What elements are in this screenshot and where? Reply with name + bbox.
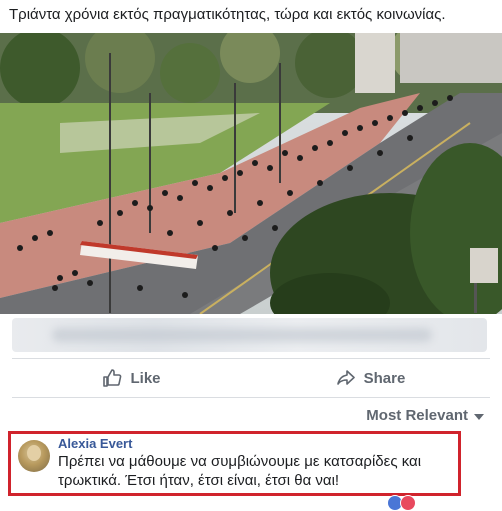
post-text: Τριάντα χρόνια εκτός πραγματικότητας, τώ… — [9, 6, 446, 23]
share-button[interactable]: Share — [251, 360, 490, 396]
caret-down-icon — [474, 413, 484, 420]
street-march-photo — [0, 33, 502, 314]
link-preview-blurred[interactable] — [12, 318, 487, 352]
comment-text: Πρέπει να μάθουμε να συμβιώνουμε με κατσ… — [58, 453, 422, 489]
blurred-caption — [52, 328, 432, 342]
love-reaction-icon — [400, 495, 416, 511]
avatar-face — [27, 445, 41, 461]
avatar[interactable] — [18, 440, 50, 472]
comment-sort-dropdown[interactable]: Most Relevant — [366, 407, 484, 424]
divider — [12, 397, 490, 398]
comment-author[interactable]: Alexia Evert — [58, 436, 450, 451]
comment-bubble: Alexia Evert Πρέπει να μάθουμε να συμβιώ… — [58, 436, 450, 490]
comment-reactions[interactable] — [387, 495, 416, 511]
highlighted-comment: Alexia Evert Πρέπει να μάθουμε να συμβιώ… — [8, 431, 461, 496]
post-actions: Like Share — [12, 360, 490, 396]
like-button[interactable]: Like — [12, 360, 251, 396]
share-arrow-icon — [336, 370, 355, 385]
like-label: Like — [130, 369, 161, 387]
share-label: Share — [363, 369, 406, 387]
sort-label: Most Relevant — [366, 407, 468, 424]
divider — [12, 358, 490, 359]
thumbs-up-icon — [103, 369, 122, 387]
post-photo[interactable] — [0, 33, 502, 314]
